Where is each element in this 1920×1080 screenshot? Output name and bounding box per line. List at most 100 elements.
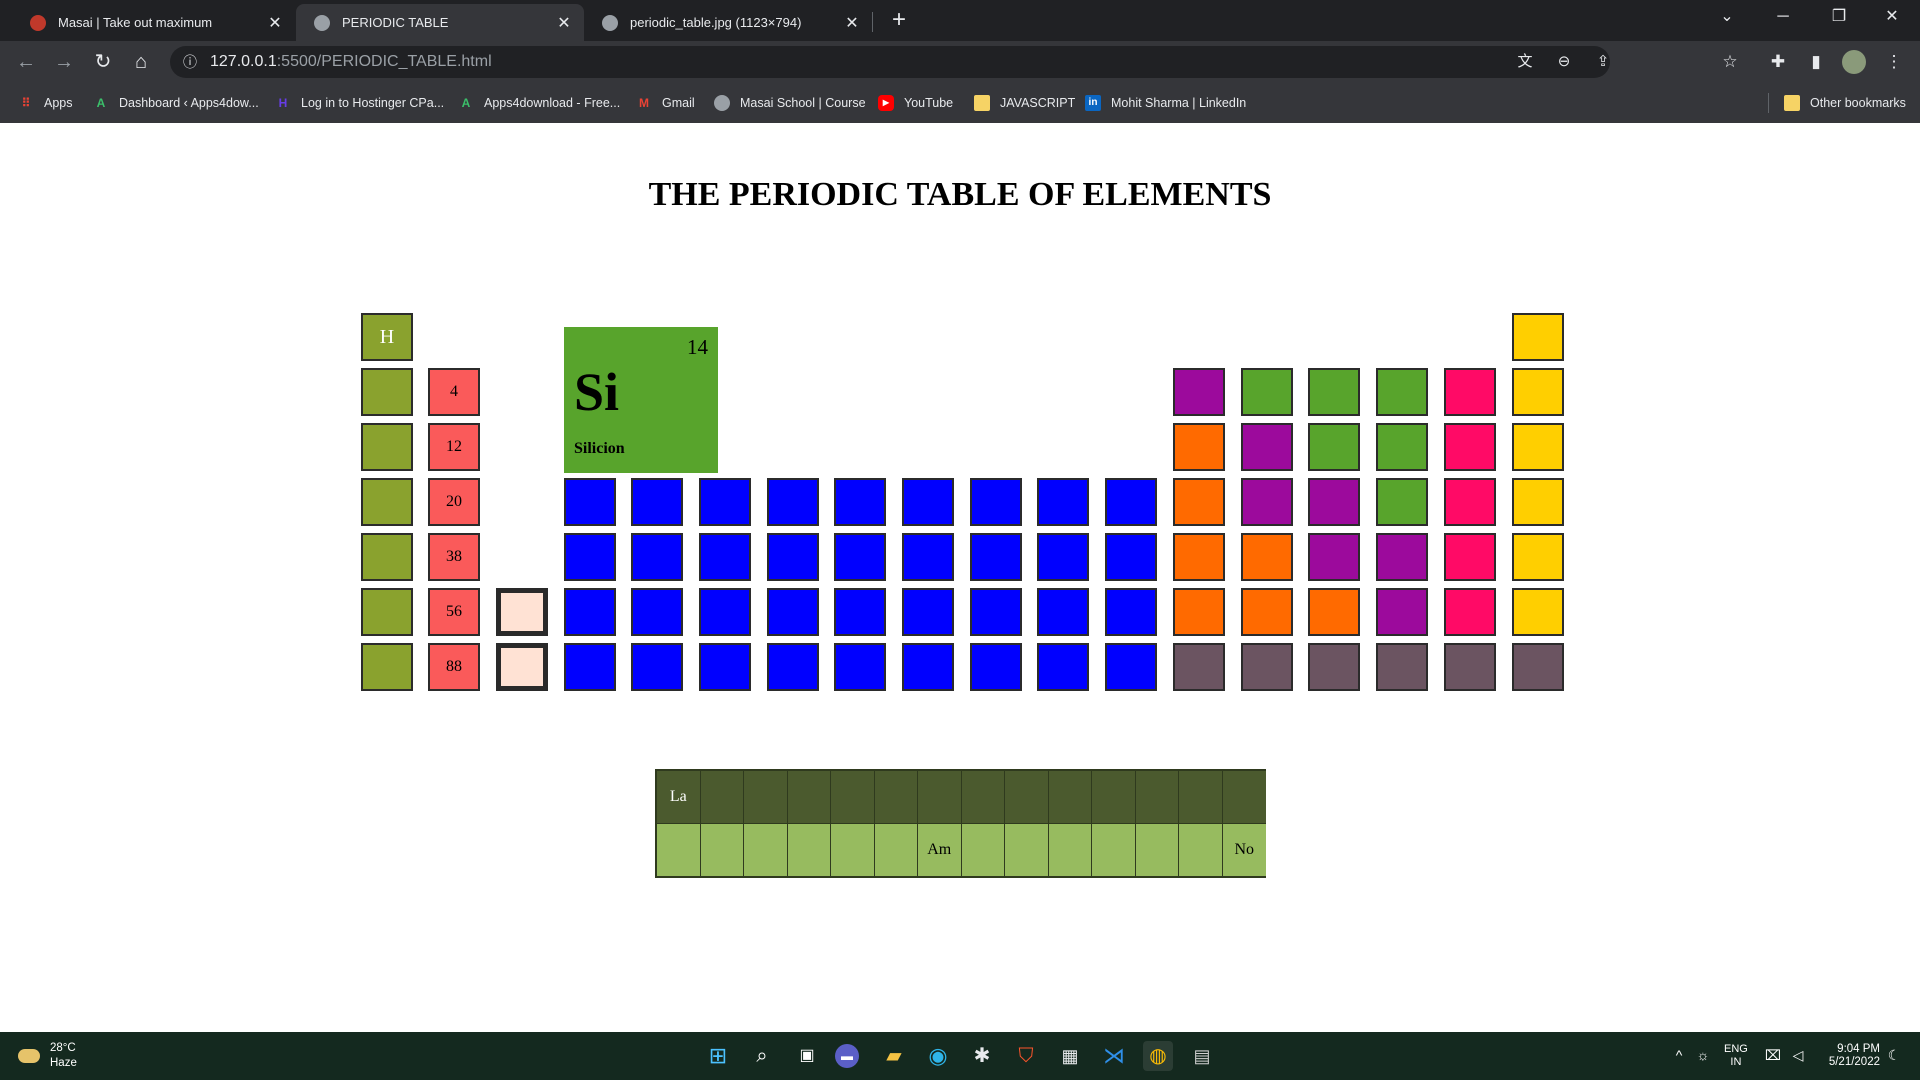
lanthanide-cell[interactable]: [831, 771, 875, 824]
element-cell[interactable]: [1173, 588, 1225, 636]
element-cell[interactable]: [631, 533, 683, 581]
volume-icon[interactable]: ◁: [1787, 1044, 1809, 1066]
lanthanide-cell[interactable]: [874, 771, 918, 824]
element-cell[interactable]: [1241, 368, 1293, 416]
element-cell-magnesium[interactable]: 12: [428, 423, 480, 471]
actinide-cell[interactable]: [961, 824, 1005, 876]
element-cell[interactable]: [767, 643, 819, 691]
element-cell[interactable]: [1105, 478, 1157, 526]
element-cell[interactable]: [1444, 588, 1496, 636]
language-indicator[interactable]: ENG IN: [1724, 1043, 1748, 1069]
element-cell[interactable]: [1105, 643, 1157, 691]
element-cell[interactable]: [1105, 588, 1157, 636]
teams-chat-icon[interactable]: ▬: [835, 1044, 859, 1068]
element-cell[interactable]: [699, 478, 751, 526]
element-cell-calcium[interactable]: 20: [428, 478, 480, 526]
element-cell[interactable]: [767, 588, 819, 636]
lanthanide-placeholder-cell[interactable]: [496, 588, 548, 636]
actinide-cell[interactable]: Am: [918, 824, 962, 876]
featured-element-card[interactable]: 14 Si Silicion: [564, 327, 718, 473]
element-cell[interactable]: [1241, 478, 1293, 526]
element-cell[interactable]: [970, 643, 1022, 691]
element-cell[interactable]: [1376, 588, 1428, 636]
element-cell[interactable]: [902, 643, 954, 691]
element-cell[interactable]: [1376, 478, 1428, 526]
element-cell[interactable]: [1512, 533, 1564, 581]
chrome-icon[interactable]: ◍: [1143, 1041, 1173, 1071]
element-cell[interactable]: [1241, 533, 1293, 581]
element-cell[interactable]: [1173, 533, 1225, 581]
element-cell[interactable]: [1308, 423, 1360, 471]
element-cell[interactable]: [1037, 533, 1089, 581]
actinide-cell[interactable]: [700, 824, 744, 876]
element-cell[interactable]: [767, 533, 819, 581]
element-cell[interactable]: [361, 368, 413, 416]
actinide-cell[interactable]: [744, 824, 788, 876]
element-cell[interactable]: [834, 533, 886, 581]
element-cell[interactable]: [1241, 423, 1293, 471]
element-cell[interactable]: [564, 478, 616, 526]
element-cell[interactable]: [1173, 368, 1225, 416]
actinide-cell[interactable]: [1048, 824, 1092, 876]
task-view-icon[interactable]: ▣: [792, 1041, 822, 1071]
element-cell[interactable]: [631, 478, 683, 526]
actinide-cell[interactable]: [1092, 824, 1136, 876]
element-cell[interactable]: [1512, 368, 1564, 416]
chevron-up-icon[interactable]: ^: [1668, 1044, 1690, 1066]
actinide-placeholder-cell[interactable]: [496, 643, 548, 691]
element-cell[interactable]: [1241, 588, 1293, 636]
element-cell[interactable]: [1173, 643, 1225, 691]
actinide-cell[interactable]: [831, 824, 875, 876]
element-cell-helium[interactable]: [1512, 313, 1564, 361]
element-cell[interactable]: [1037, 478, 1089, 526]
element-cell[interactable]: [1444, 643, 1496, 691]
actinide-cell[interactable]: [1135, 824, 1179, 876]
brightness-icon[interactable]: ☼: [1692, 1044, 1714, 1066]
element-cell-radium[interactable]: 88: [428, 643, 480, 691]
element-cell[interactable]: [1105, 533, 1157, 581]
element-cell[interactable]: [564, 643, 616, 691]
element-cell[interactable]: [1376, 423, 1428, 471]
element-cell[interactable]: [631, 588, 683, 636]
element-cell[interactable]: [834, 588, 886, 636]
element-cell[interactable]: [1308, 478, 1360, 526]
network-icon[interactable]: ⌧: [1762, 1044, 1784, 1066]
lanthanide-cell[interactable]: [1179, 771, 1223, 824]
lanthanide-cell[interactable]: [1092, 771, 1136, 824]
calculator-icon[interactable]: ▤: [1187, 1041, 1217, 1071]
element-cell-barium[interactable]: 56: [428, 588, 480, 636]
element-cell[interactable]: [1376, 643, 1428, 691]
element-cell[interactable]: [970, 478, 1022, 526]
lanthanide-cell[interactable]: [787, 771, 831, 824]
element-cell[interactable]: [1173, 423, 1225, 471]
element-cell[interactable]: [361, 588, 413, 636]
element-cell-strontium[interactable]: 38: [428, 533, 480, 581]
element-cell[interactable]: [361, 423, 413, 471]
file-explorer-icon[interactable]: ▰: [879, 1041, 909, 1071]
element-cell[interactable]: [902, 533, 954, 581]
edge-icon[interactable]: ◉: [923, 1041, 953, 1071]
actinide-cell[interactable]: [1005, 824, 1049, 876]
element-cell[interactable]: [1376, 533, 1428, 581]
lanthanide-cell[interactable]: La: [657, 771, 701, 824]
actinide-cell[interactable]: [874, 824, 918, 876]
lanthanide-cell[interactable]: [918, 771, 962, 824]
element-cell[interactable]: [1241, 643, 1293, 691]
element-cell[interactable]: [1308, 643, 1360, 691]
lanthanide-cell[interactable]: [961, 771, 1005, 824]
element-cell[interactable]: [1444, 533, 1496, 581]
element-cell[interactable]: [699, 588, 751, 636]
lanthanide-cell[interactable]: [1048, 771, 1092, 824]
element-cell[interactable]: [361, 643, 413, 691]
actinide-cell[interactable]: [1179, 824, 1223, 876]
actinide-cell[interactable]: [787, 824, 831, 876]
element-cell[interactable]: [1308, 588, 1360, 636]
element-cell[interactable]: [1512, 478, 1564, 526]
element-cell[interactable]: [361, 533, 413, 581]
slack-icon[interactable]: ✱: [967, 1041, 997, 1071]
element-cell[interactable]: [834, 478, 886, 526]
element-cell[interactable]: [1376, 368, 1428, 416]
element-cell[interactable]: [1512, 588, 1564, 636]
notification-moon-icon[interactable]: ☾: [1883, 1044, 1905, 1066]
lanthanide-cell[interactable]: [1222, 771, 1266, 824]
